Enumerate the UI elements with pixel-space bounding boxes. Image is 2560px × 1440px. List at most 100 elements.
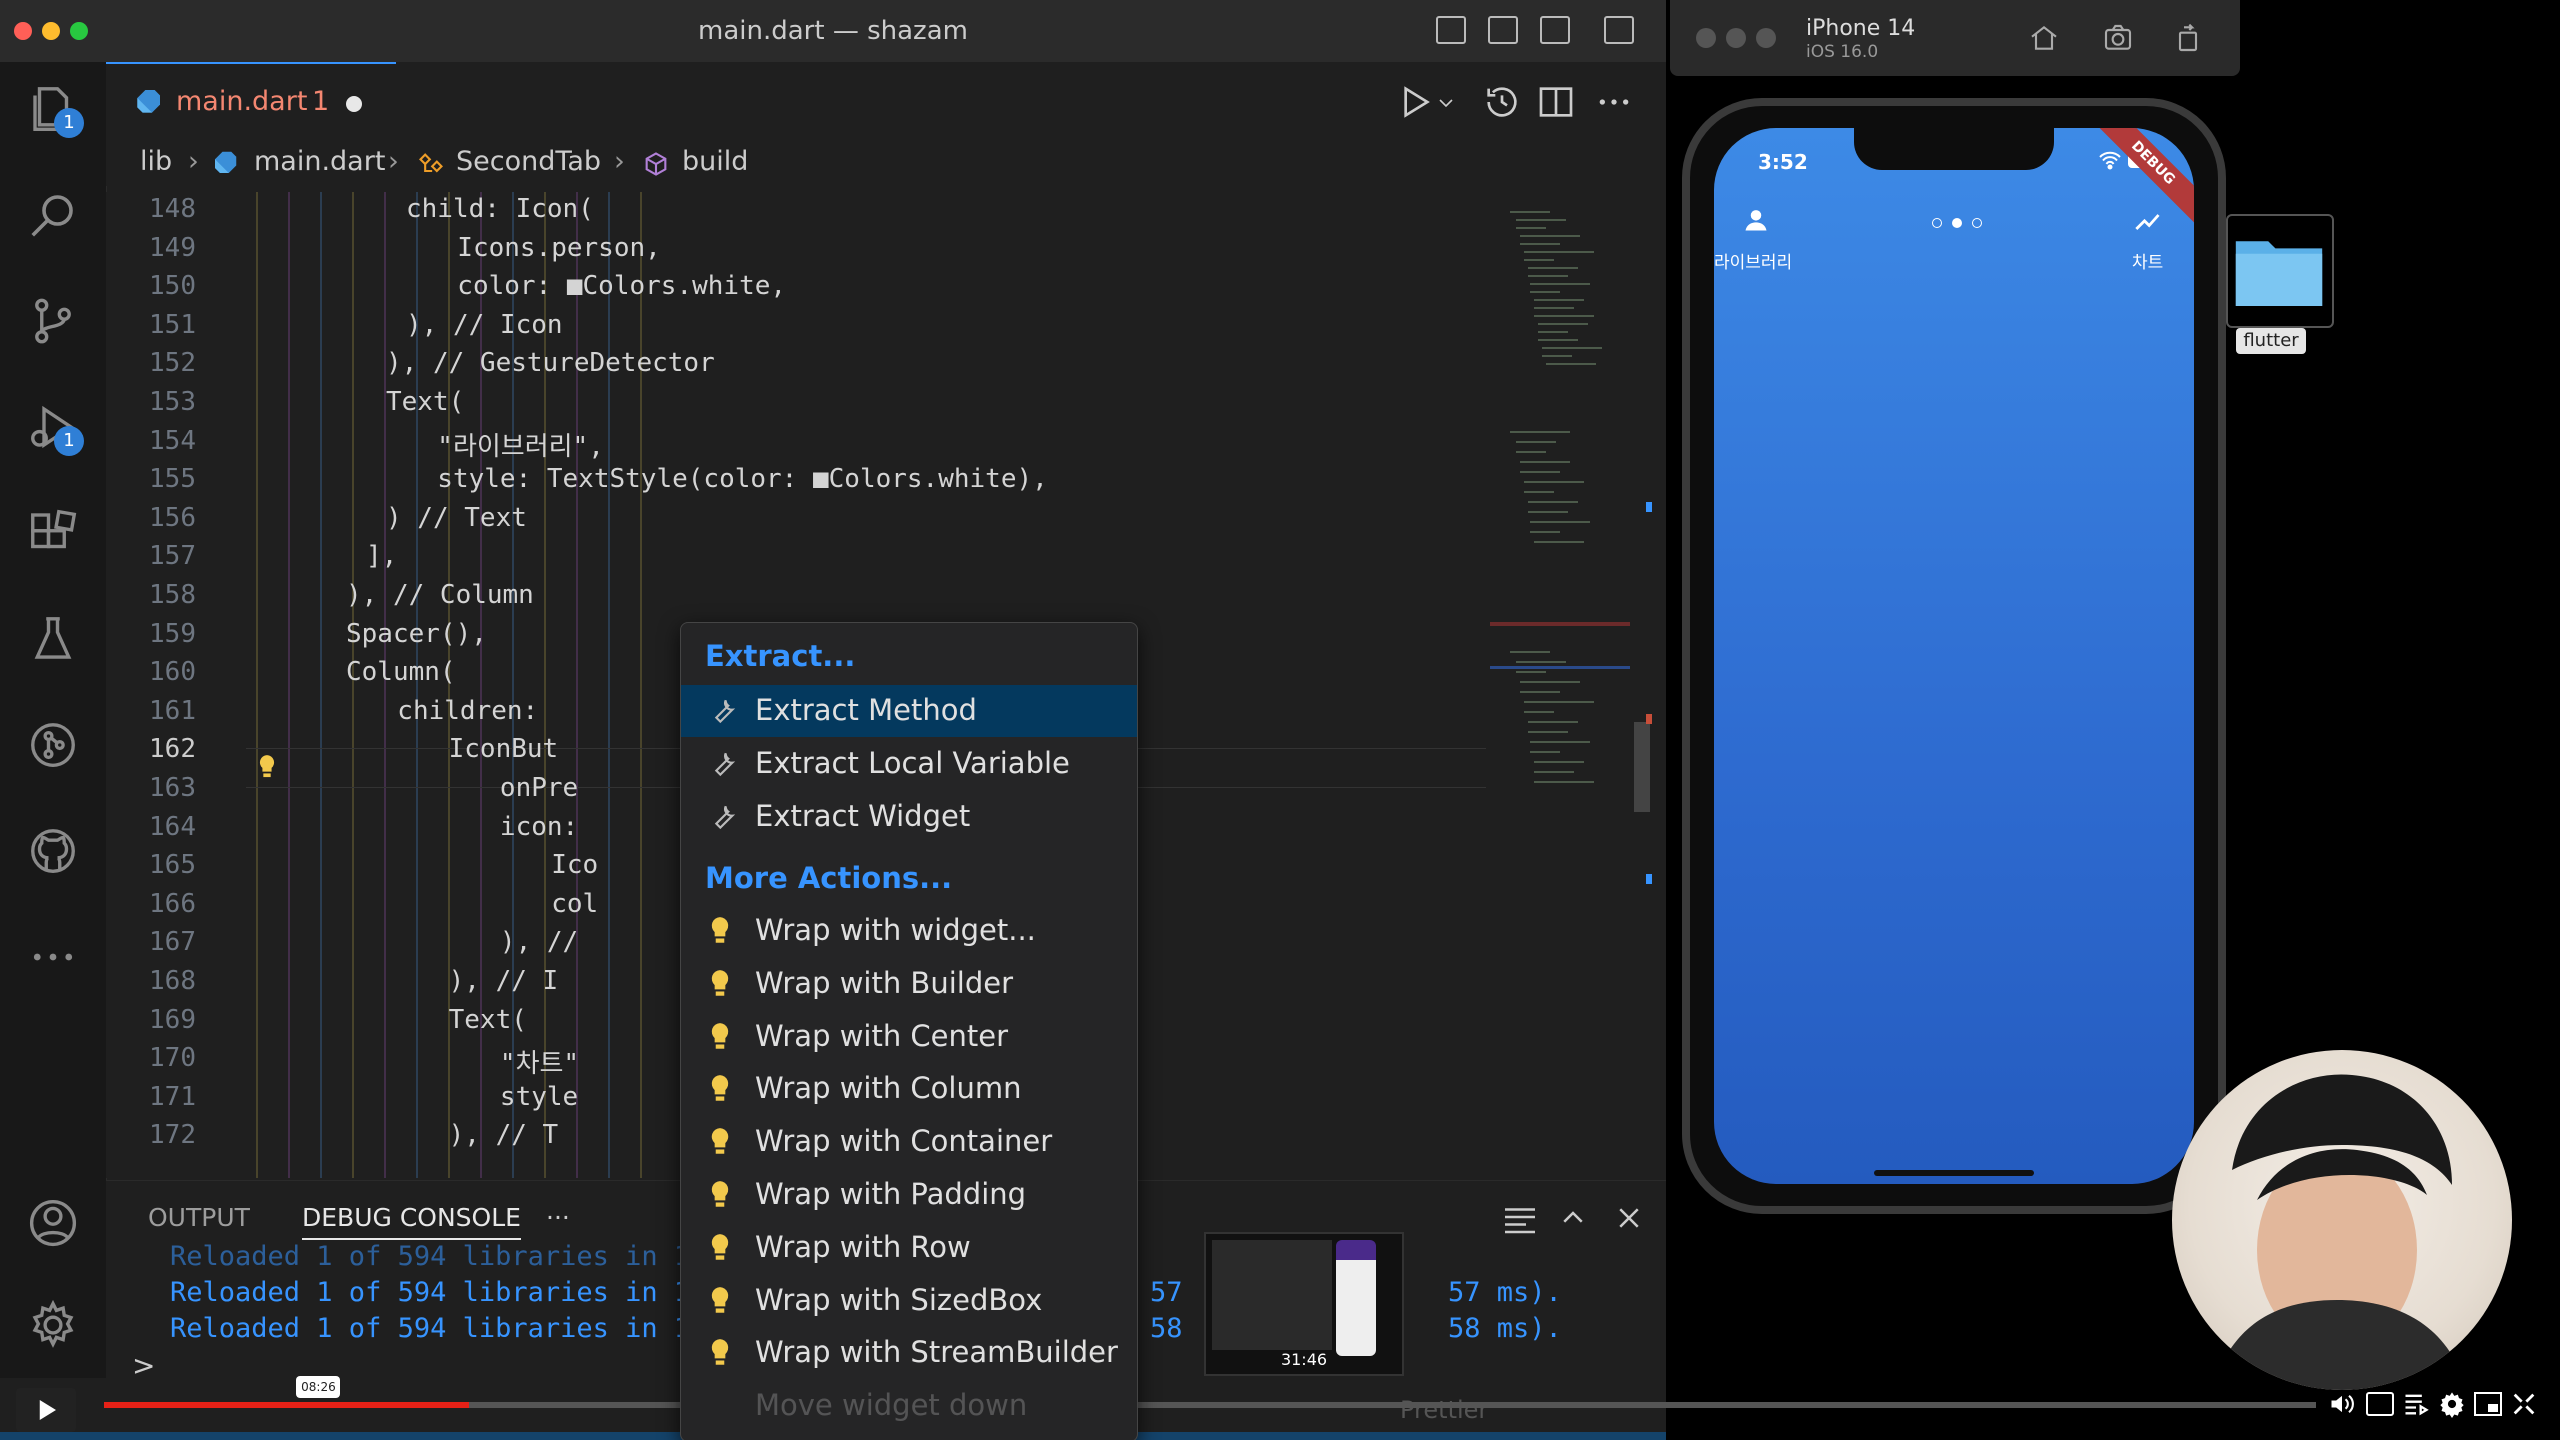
line-number: 169 (149, 1004, 196, 1035)
phone-screen[interactable]: 3:52 DEBUG 라이브러리 차트 (1714, 128, 2194, 1184)
debug-ribbon-label: DEBUG (2127, 137, 2179, 189)
menu-item-wrap-with-builder[interactable]: Wrap with Builder (681, 958, 1137, 1010)
accounts-icon[interactable] (26, 1196, 80, 1250)
breadcrumb-separator-icon: › (614, 146, 625, 177)
clear-console-icon[interactable] (1502, 1205, 1538, 1235)
breadcrumb-method[interactable]: build (682, 146, 748, 177)
line-number: 171 (149, 1081, 196, 1112)
scrub-preview-thumbnail: 31:46 (1204, 1232, 1404, 1376)
status-prettier[interactable]: Prettier (1400, 1396, 1488, 1424)
run-debug-icon[interactable]: 1 (26, 400, 84, 456)
tab-main-dart[interactable]: main.dart 1 (106, 62, 396, 140)
menu-item-extract-local-variable[interactable]: Extract Local Variable (681, 738, 1137, 790)
unsaved-dot-icon[interactable] (346, 96, 362, 112)
timeline-history-icon[interactable] (1482, 82, 1522, 122)
volume-icon[interactable] (2328, 1390, 2356, 1418)
menu-item-label: Extract Local Variable (755, 746, 1070, 780)
miniplayer-icon[interactable] (2474, 1392, 2502, 1416)
sim-close-button[interactable] (1696, 28, 1716, 48)
library-label: 라이브러리 (1714, 253, 1793, 273)
github-icon[interactable] (26, 824, 80, 878)
close-panel-icon[interactable] (1614, 1203, 1644, 1233)
chapters-icon[interactable] (2402, 1390, 2430, 1418)
menu-item-extract-widget[interactable]: Extract Widget (681, 791, 1137, 843)
desktop-folder[interactable] (2226, 214, 2334, 328)
code-line: style: TextStyle(color: ■Colors.white), (406, 464, 1048, 495)
menu-item-label: Extract Widget (755, 799, 971, 833)
device-os: iOS 16.0 (1806, 42, 1879, 62)
toggle-panel-icon[interactable] (1488, 16, 1518, 44)
library-person-icon[interactable] (1742, 206, 1770, 234)
search-icon[interactable] (26, 188, 80, 242)
more-actions-icon[interactable] (1594, 82, 1634, 122)
menu-item-wrap-with-streambuilder[interactable]: Wrap with StreamBuilder (681, 1327, 1137, 1379)
panel-more-icon[interactable]: ··· (546, 1203, 570, 1232)
breadcrumb-folder[interactable]: lib (140, 146, 172, 177)
tab-output[interactable]: OUTPUT (148, 1203, 250, 1232)
line-number: 152 (149, 348, 196, 379)
home-indicator[interactable] (1874, 1170, 2034, 1176)
gitlens-icon[interactable] (26, 718, 80, 772)
breadcrumb-file[interactable]: main.dart (254, 146, 385, 177)
sim-minimize-button[interactable] (1726, 28, 1746, 48)
menu-item-label: Wrap with Padding (755, 1177, 1027, 1211)
line-number: 155 (149, 464, 196, 495)
lightbulb-icon (707, 1285, 739, 1317)
code-action-menu: Extract... Extract Method Extract Local Va… (680, 622, 1138, 1440)
menu-item-wrap-with-container[interactable]: Wrap with Container (681, 1116, 1137, 1168)
code-line: ) // Text (386, 502, 527, 533)
settings-gear-icon[interactable] (26, 1298, 80, 1352)
home-icon[interactable] (2028, 22, 2060, 54)
rotate-icon[interactable] (2172, 22, 2204, 54)
chart-trend-icon[interactable] (2134, 210, 2162, 234)
run-dropdown-chevron-icon[interactable] (1434, 82, 1458, 122)
menu-item-wrap-with-row[interactable]: Wrap with Row (681, 1222, 1137, 1274)
editor-scrollbar[interactable] (1632, 192, 1654, 1178)
menu-item-extract-method[interactable]: Extract Method (681, 685, 1137, 737)
menu-item-move-widget-down[interactable]: Move widget down (681, 1380, 1137, 1432)
line-number: 150 (149, 271, 196, 302)
breadcrumb-separator-icon: › (188, 146, 199, 177)
menu-item-wrap-with-padding[interactable]: Wrap with Padding (681, 1169, 1137, 1221)
fullscreen-icon[interactable] (2510, 1390, 2538, 1418)
source-control-icon[interactable] (26, 294, 80, 348)
tab-debug-console[interactable]: DEBUG CONSOLE (302, 1203, 521, 1240)
extensions-icon[interactable] (26, 506, 80, 560)
lightbulb-icon (707, 1337, 739, 1369)
code-line: onPre (406, 773, 579, 803)
line-number: 163 (149, 773, 196, 803)
split-editor-icon[interactable] (1536, 82, 1576, 122)
console-prompt[interactable]: > (132, 1349, 155, 1382)
progress-track[interactable]: 08:26 (104, 1376, 2316, 1408)
menu-item-wrap-with-widget[interactable]: Wrap with widget... (681, 905, 1137, 957)
menu-item-label: Move widget down (755, 1388, 1028, 1423)
code-line: Column( (346, 657, 456, 688)
vscode-window: main.dart — shazam 1 1 main.dart 1 lib ›… (0, 0, 1666, 1440)
testing-icon[interactable] (26, 612, 80, 666)
menu-item-wrap-with-column[interactable]: Wrap with Column (681, 1063, 1137, 1115)
customize-layout-icon[interactable] (1604, 16, 1634, 44)
breadcrumb-class[interactable]: SecondTab (456, 146, 601, 177)
line-number: 151 (149, 309, 196, 340)
explorer-icon[interactable]: 1 (26, 82, 84, 138)
scrollbar-thumb[interactable] (1634, 722, 1650, 812)
breadcrumb: lib › main.dart › SecondTab › build (106, 140, 1666, 186)
toggle-sidebar-icon[interactable] (1436, 16, 1466, 44)
line-number: 166 (149, 888, 196, 919)
screenshot-icon[interactable] (2100, 22, 2136, 54)
code-line: ), // Column (346, 580, 534, 610)
menu-item-wrap-with-sizedbox[interactable]: Wrap with SizedBox (681, 1275, 1137, 1327)
lightbulb-icon[interactable] (256, 752, 278, 782)
play-button[interactable] (16, 1388, 76, 1432)
more-views-icon[interactable] (26, 930, 80, 984)
menu-item-wrap-with-center[interactable]: Wrap with Center (681, 1011, 1137, 1063)
device-name: iPhone 14 (1806, 16, 1916, 41)
settings-icon[interactable] (2438, 1390, 2466, 1418)
run-file-icon[interactable] (1394, 82, 1434, 122)
maximize-panel-chevron-icon[interactable] (1558, 1203, 1588, 1233)
toggle-secondary-sidebar-icon[interactable] (1540, 16, 1570, 44)
sim-zoom-button[interactable] (1756, 28, 1776, 48)
captions-icon[interactable] (2366, 1392, 2394, 1416)
menu-item-label: Wrap with Container (755, 1124, 1053, 1159)
minimap[interactable] (1490, 192, 1630, 932)
